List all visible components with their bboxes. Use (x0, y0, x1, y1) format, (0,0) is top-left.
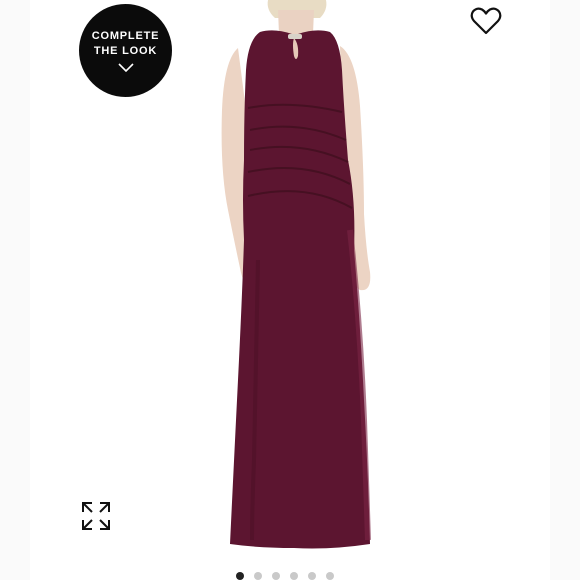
frame-edge-right (550, 0, 580, 580)
favorite-button[interactable] (469, 4, 503, 38)
gown-clasp (288, 34, 302, 39)
model-neck (278, 10, 314, 34)
carousel-dot[interactable] (308, 572, 316, 580)
heart-outline-icon (470, 7, 502, 35)
complete-the-look-line2: THE LOOK (93, 45, 158, 57)
carousel-dot[interactable] (236, 572, 244, 580)
carousel-dot[interactable] (290, 572, 298, 580)
carousel-dot[interactable] (272, 572, 280, 580)
expand-arrows-icon (82, 502, 110, 530)
carousel-dots (236, 572, 334, 580)
complete-the-look-line1: COMPLETE (91, 30, 160, 42)
carousel-dot[interactable] (254, 572, 262, 580)
frame-edge-left (0, 0, 30, 580)
chevron-down-icon (117, 63, 134, 72)
carousel-dot[interactable] (326, 572, 334, 580)
complete-the-look-button[interactable]: COMPLETE THE LOOK (79, 4, 172, 97)
expand-image-button[interactable] (80, 500, 112, 532)
